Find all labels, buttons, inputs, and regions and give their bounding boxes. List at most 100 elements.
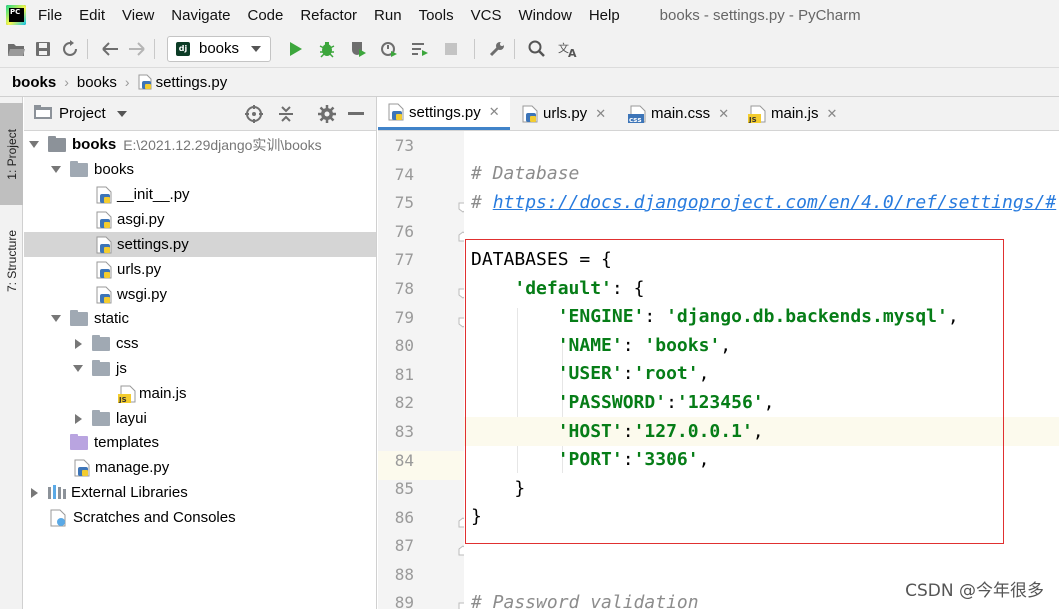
tree-item-label: books (94, 161, 135, 178)
main-toolbar: dj books 文A (0, 30, 1059, 68)
forward-arrow-icon[interactable] (126, 38, 148, 60)
project-tool-window-tab[interactable]: 1: Project (0, 103, 23, 205)
folder-icon (70, 160, 88, 177)
folder-icon (92, 409, 110, 426)
tree-item-scratches-and-consoles[interactable]: Scratches and Consoles (24, 505, 376, 530)
tab-urls-py[interactable]: urls.py ✕ (512, 97, 616, 130)
documentation-link[interactable]: https://docs.djangoproject.com/en/4.0/re… (493, 192, 1057, 213)
close-icon[interactable]: ✕ (718, 106, 729, 122)
profile-icon[interactable] (378, 38, 400, 60)
tree-item-css-folder[interactable]: css (24, 331, 376, 356)
menu-file[interactable]: File (38, 7, 62, 24)
code-line: 'PASSWORD':'123456', (557, 392, 775, 413)
breadcrumb-file[interactable]: settings.py (156, 74, 228, 91)
back-arrow-icon[interactable] (99, 38, 121, 60)
tree-item-js-folder[interactable]: js (24, 356, 376, 381)
concurrency-icon[interactable] (409, 38, 431, 60)
tree-item-label: asgi.py (117, 211, 165, 228)
close-icon[interactable]: ✕ (489, 104, 500, 120)
code-line: 'default': { (514, 278, 645, 299)
run-configuration-selector[interactable]: dj books (167, 35, 271, 62)
breadcrumb-folder[interactable]: books (77, 74, 117, 91)
templates-folder-icon (70, 433, 88, 450)
tree-item-manage-py[interactable]: manage.py (24, 455, 376, 480)
menu-view[interactable]: View (122, 7, 154, 24)
tab-settings-py[interactable]: settings.py ✕ (378, 97, 510, 130)
tree-item-books-root[interactable]: books E:\2021.12.29django实训\books (24, 132, 376, 157)
editor-tab-bar: settings.py ✕ urls.py ✕ css main.css ✕ J… (378, 97, 1059, 131)
menu-help[interactable]: Help (589, 7, 620, 24)
expand-toggle[interactable] (72, 413, 84, 425)
search-icon[interactable] (526, 38, 548, 60)
translate-icon[interactable]: 文A (557, 38, 579, 60)
sync-icon[interactable] (59, 38, 81, 60)
save-icon[interactable] (32, 38, 54, 60)
tab-main-js[interactable]: JS main.js ✕ (738, 97, 848, 130)
code-line: 'ENGINE': 'django.db.backends.mysql', (557, 306, 959, 327)
tree-item-init-py[interactable]: __init__.py (24, 182, 376, 207)
code-line: } (464, 474, 1059, 503)
tree-item-urls-py[interactable]: urls.py (24, 257, 376, 282)
run-icon[interactable] (285, 38, 307, 60)
tab-label: urls.py (543, 105, 588, 122)
menu-tools[interactable]: Tools (419, 7, 454, 24)
tree-item-external-libraries[interactable]: External Libraries (24, 480, 376, 505)
tree-item-settings-py[interactable]: settings.py (24, 232, 376, 257)
project-panel-title[interactable]: Project (59, 105, 106, 122)
tree-item-asgi-py[interactable]: asgi.py (24, 207, 376, 232)
collapse-all-icon[interactable] (276, 104, 296, 124)
tree-item-books-folder[interactable]: books (24, 157, 376, 182)
close-icon[interactable]: ✕ (595, 106, 606, 122)
menu-run[interactable]: Run (374, 7, 402, 24)
string-literal: 'PASSWORD' (557, 392, 667, 413)
stop-icon[interactable] (440, 38, 462, 60)
svg-text:css: css (629, 116, 641, 123)
chevron-right-icon: › (64, 74, 69, 90)
line-number: 77 (394, 250, 414, 269)
expand-toggle[interactable] (72, 338, 84, 350)
line-number: 89 (394, 593, 414, 609)
tree-item-templates-folder[interactable]: templates (24, 430, 376, 455)
close-icon[interactable]: ✕ (827, 106, 838, 122)
chevron-down-icon[interactable] (116, 110, 127, 117)
expand-toggle[interactable] (72, 363, 84, 375)
structure-tool-window-tab[interactable]: 7: Structure (0, 211, 23, 311)
menu-window[interactable]: Window (518, 7, 571, 24)
gear-icon[interactable] (317, 104, 337, 124)
wrench-icon[interactable] (486, 38, 508, 60)
menu-code[interactable]: Code (247, 7, 283, 24)
folder-icon (70, 309, 88, 326)
folder-icon (92, 359, 110, 376)
python-file-icon (96, 186, 112, 204)
open-folder-icon[interactable] (5, 38, 27, 60)
code-line: 'PORT':'3306', (557, 449, 710, 470)
code-area[interactable]: # Database # https://docs.djangoproject.… (464, 131, 1059, 609)
pycharm-logo-icon (6, 5, 26, 25)
tree-item-label: css (116, 335, 139, 352)
hide-panel-icon[interactable] (346, 104, 366, 124)
expand-toggle[interactable] (50, 164, 62, 176)
tree-item-wsgi-py[interactable]: wsgi.py (24, 282, 376, 307)
menu-refactor[interactable]: Refactor (300, 7, 357, 24)
menu-vcs[interactable]: VCS (471, 7, 502, 24)
tab-main-css[interactable]: css main.css ✕ (618, 97, 736, 130)
locate-file-icon[interactable] (244, 104, 264, 124)
string-literal: 'USER' (557, 363, 623, 384)
menu-navigate[interactable]: Navigate (171, 7, 230, 24)
coverage-icon[interactable] (347, 38, 369, 60)
breadcrumb-project[interactable]: books (12, 74, 56, 91)
expand-toggle[interactable] (50, 313, 62, 325)
django-icon: dj (176, 41, 190, 56)
tree-item-label: layui (116, 410, 147, 427)
expand-toggle[interactable] (28, 139, 40, 151)
tree-item-layui-folder[interactable]: layui (24, 406, 376, 431)
tree-item-main-js[interactable]: JS main.js (24, 381, 376, 406)
tree-item-static-folder[interactable]: static (24, 306, 376, 331)
expand-toggle[interactable] (28, 487, 40, 499)
menu-edit[interactable]: Edit (79, 7, 105, 24)
svg-text:JS: JS (118, 396, 127, 403)
debug-icon[interactable] (316, 38, 338, 60)
code-line: } (464, 502, 1059, 531)
code-text: } (471, 478, 526, 499)
